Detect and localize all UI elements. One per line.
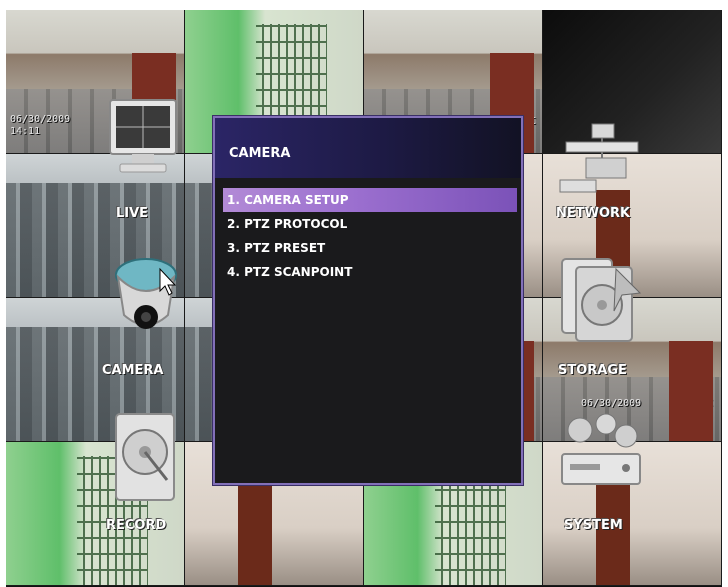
side-label-storage: STORAGE — [558, 363, 627, 378]
menu-item-ptz-scanpoint[interactable]: 4. PTZ SCANPOINT — [223, 260, 517, 284]
osd-date: 06/30/2009 — [581, 398, 642, 409]
storage-icon — [561, 258, 642, 342]
side-item-live[interactable]: LIVE — [92, 98, 192, 221]
side-item-record[interactable]: RECORD — [92, 410, 202, 540]
menu-header: CAMERA — [215, 118, 521, 178]
menu-item-camera-setup[interactable]: 1. CAMERA SETUP — [223, 188, 517, 212]
side-item-network[interactable]: NETWORK — [552, 120, 662, 230]
disk-icon — [115, 413, 175, 501]
side-label-network: NETWORK — [556, 206, 631, 221]
system-dvr-icon — [561, 413, 641, 485]
side-label-camera: CAMERA — [102, 363, 164, 378]
menu-item-ptz-protocol[interactable]: 2. PTZ PROTOCOL — [223, 212, 517, 236]
side-label-record: RECORD — [106, 518, 167, 533]
monitor-icon — [109, 99, 177, 173]
side-item-system[interactable]: SYSTEM — [552, 410, 662, 540]
menu-list: 1. CAMERA SETUP 2. PTZ PROTOCOL 3. PTZ P… — [223, 188, 517, 284]
menu-item-ptz-preset[interactable]: 3. PTZ PRESET — [223, 236, 517, 260]
side-item-storage[interactable]: STORAGE — [552, 255, 662, 385]
network-icon — [559, 123, 639, 193]
side-label-live: LIVE — [116, 206, 149, 221]
side-item-camera[interactable]: CAMERA — [92, 255, 202, 385]
ptz-camera-icon — [115, 258, 177, 329]
menu-title: CAMERA — [229, 146, 291, 161]
osd-time: 14:11 — [10, 126, 41, 137]
side-label-system: SYSTEM — [564, 518, 623, 533]
osd-date: 06/30/2009 — [10, 114, 71, 125]
camera-menu-panel: CAMERA 1. CAMERA SETUP 2. PTZ PROTOCOL 3… — [213, 116, 523, 485]
osd-temp: 39 C — [689, 398, 714, 409]
